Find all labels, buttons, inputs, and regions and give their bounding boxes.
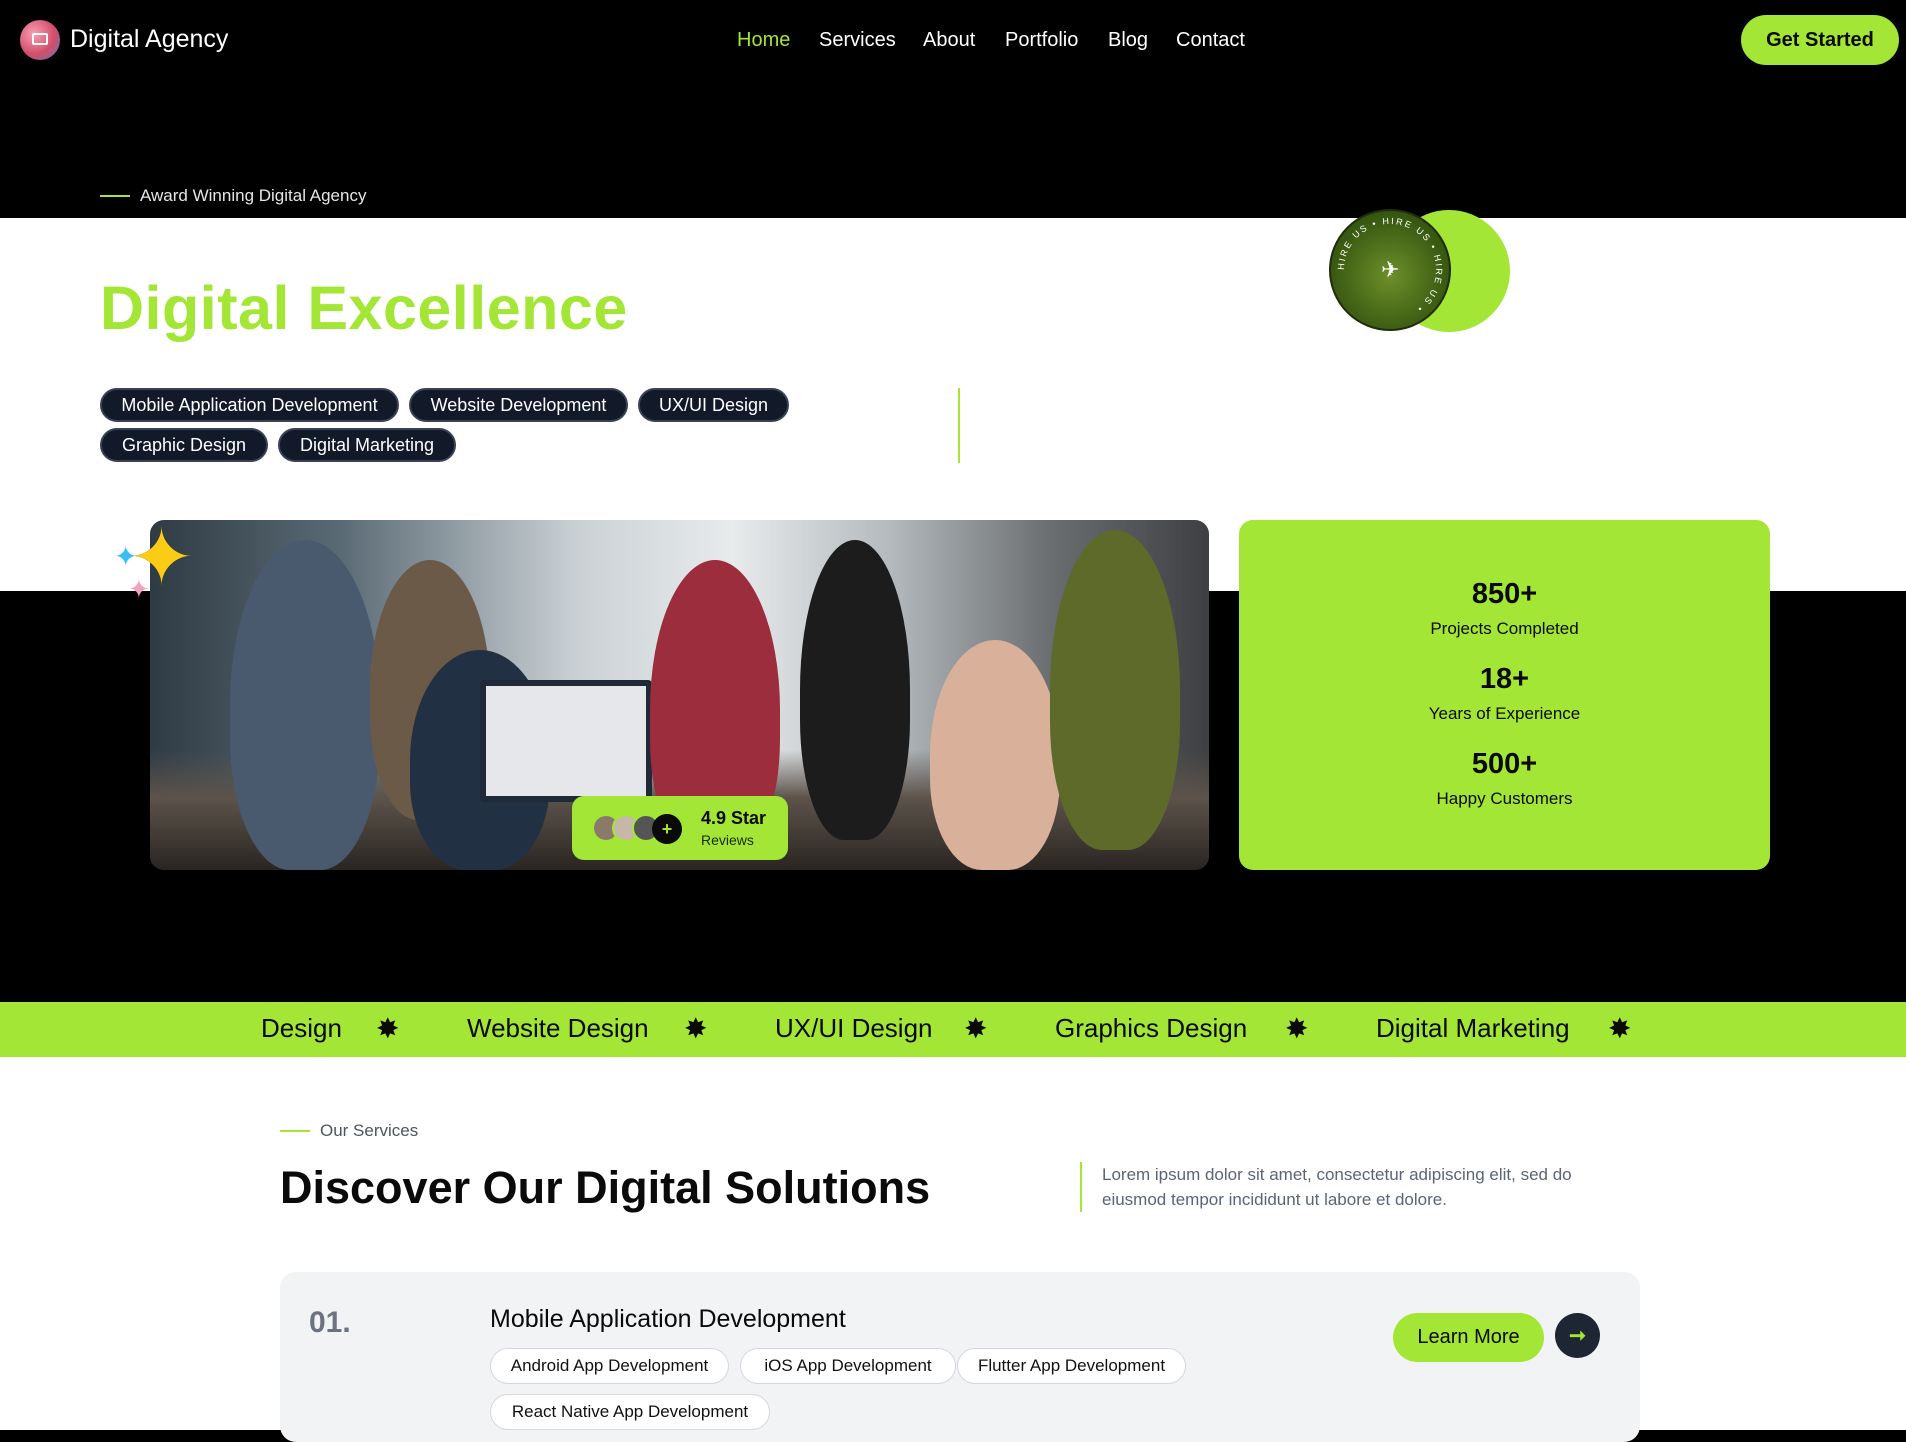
- eyebrow-line: [100, 195, 130, 197]
- chip-mobile-app[interactable]: Mobile Application Development: [100, 388, 399, 422]
- services-paragraph: Lorem ipsum dolor sit amet, consectetur …: [1102, 1165, 1572, 1209]
- stat-customers-value: 500+: [1471, 748, 1538, 780]
- stats-card: 850+ Projects Completed 18+ Years of Exp…: [1239, 520, 1770, 870]
- review-rating: 4.9 Star: [701, 808, 767, 828]
- hero-paragraph: Lorem ipsum dolor sit amet consectetur a…: [1060, 384, 1731, 465]
- agency-logo-icon[interactable]: [20, 20, 60, 60]
- services-eyebrow: Our Services: [320, 1121, 419, 1140]
- star-burst-icon: ✸: [1608, 1013, 1632, 1044]
- tag-android[interactable]: Android App Development: [490, 1348, 729, 1384]
- band-item-digital-marketing: Digital Marketing: [1376, 1013, 1570, 1043]
- hero-divider: [958, 388, 960, 463]
- hero-title-line2: Digital Excellence: [100, 274, 628, 342]
- top-navbar: Digital Agency Home Services About Portf…: [0, 0, 1906, 80]
- arrow-right-icon[interactable]: ➞: [1555, 1313, 1600, 1358]
- chip-digital-marketing[interactable]: Digital Marketing: [278, 428, 456, 462]
- nav-home[interactable]: Home: [737, 29, 790, 52]
- tag-ios[interactable]: iOS App Development: [740, 1348, 956, 1384]
- chip-graphic[interactable]: Graphic Design: [100, 428, 268, 462]
- star-burst-icon: ✸: [964, 1013, 988, 1044]
- hero-eyebrow: Award Winning Digital Agency: [140, 186, 367, 205]
- tag-react-native[interactable]: React Native App Development: [490, 1394, 770, 1430]
- get-started-button[interactable]: Get Started: [1741, 15, 1899, 65]
- tag-flutter[interactable]: Flutter App Development: [957, 1348, 1186, 1384]
- star-burst-icon: ✸: [1285, 1013, 1309, 1044]
- band-item-design: Design: [261, 1013, 342, 1043]
- learn-more-button[interactable]: Learn More: [1393, 1313, 1544, 1362]
- stat-projects-value: 850+: [1471, 578, 1538, 610]
- band-item-uxui-design: UX/UI Design: [775, 1013, 933, 1043]
- star-burst-icon: ✸: [684, 1013, 708, 1044]
- services-eyebrow-line: [280, 1130, 310, 1132]
- plus-icon: +: [652, 814, 682, 844]
- brand-name[interactable]: Digital Agency: [70, 25, 228, 54]
- nav-services[interactable]: Services: [819, 29, 896, 52]
- band-item-website-design: Website Design: [467, 1013, 649, 1043]
- stat-projects-label: Projects Completed: [1430, 619, 1579, 638]
- service-title: Mobile Application Development: [490, 1305, 846, 1333]
- services-title: Discover Our Digital Solutions: [280, 1162, 931, 1213]
- service-number: 01.: [309, 1306, 351, 1339]
- nav-contact[interactable]: Contact: [1176, 29, 1245, 52]
- nav-blog[interactable]: Blog: [1108, 29, 1148, 52]
- services-marquee: Design ✸ Website Design ✸ UX/UI Design ✸…: [0, 1002, 1906, 1058]
- services-divider: [1080, 1162, 1082, 1212]
- review-badge: + 4.9 Star Reviews: [572, 796, 788, 860]
- sparkle-icon: ✦: [128, 513, 196, 602]
- chip-uxui[interactable]: UX/UI Design: [638, 388, 789, 422]
- nav-portfolio[interactable]: Portfolio: [1005, 29, 1078, 52]
- band-item-graphics-design: Graphics Design: [1055, 1013, 1248, 1043]
- stat-customers-label: Happy Customers: [1436, 789, 1573, 808]
- stat-years-value: 18+: [1479, 663, 1530, 695]
- star-burst-icon: ✸: [376, 1013, 400, 1044]
- plane-icon: ✈: [1381, 257, 1400, 282]
- review-subtitle: Reviews: [701, 832, 754, 848]
- stat-years-label: Years of Experience: [1428, 704, 1581, 723]
- nav-about[interactable]: About: [923, 29, 975, 52]
- chip-website[interactable]: Website Development: [409, 388, 628, 422]
